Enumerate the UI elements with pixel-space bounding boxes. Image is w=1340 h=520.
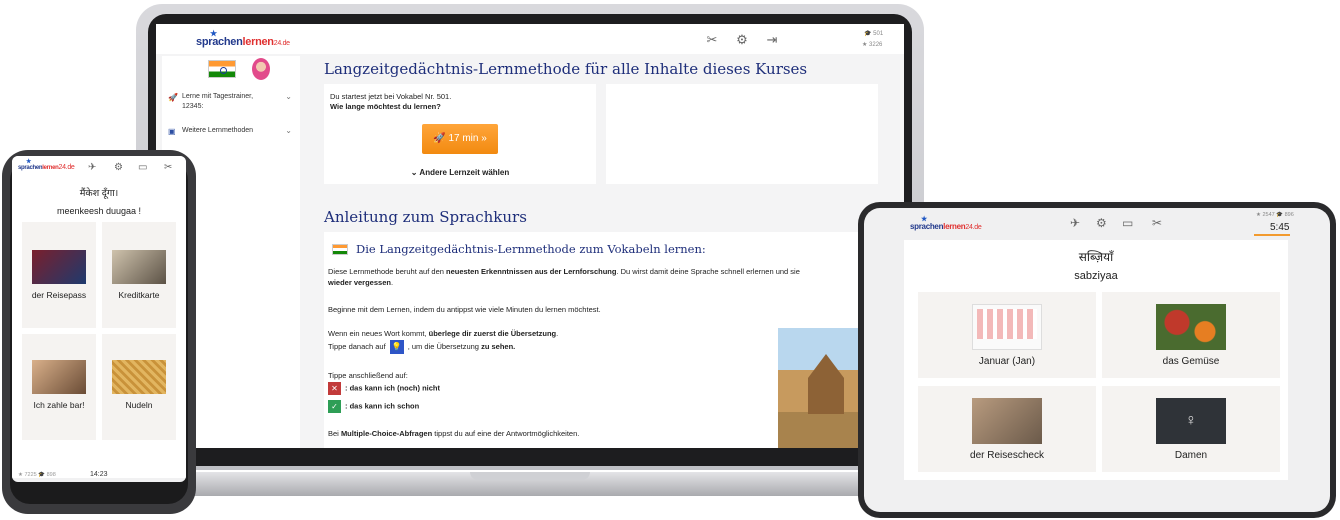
start-card: Du startest jetzt bei Vokabel Nr. 501. W… [324, 84, 596, 184]
logo[interactable]: ★ sprachenlernen24.de [196, 29, 290, 48]
calendar-grid [977, 309, 1037, 339]
timer-progress [1254, 234, 1290, 236]
stat-stars: ★ 3226 [862, 42, 883, 48]
instructions-p1: Diese Lernmethode beruht auf den neueste… [328, 267, 800, 287]
no-music-icon[interactable]: ✂ [164, 162, 172, 173]
stat-vocab: 🎓 501 [864, 31, 884, 37]
timer: 14:23 [90, 471, 108, 478]
no-music-icon[interactable]: ✂ [1152, 216, 1162, 230]
run-icon[interactable]: ✈ [1070, 216, 1080, 230]
star-icon: ★ [210, 29, 217, 38]
chevron-down-icon: ⌄ [285, 92, 292, 101]
no-music-icon[interactable]: ✂ [704, 32, 720, 48]
travelers-check-image [972, 398, 1042, 444]
gear-icon[interactable]: ⚙ [734, 32, 750, 48]
india-flag-icon [332, 244, 348, 255]
tablet-screen: ★ sprachenlernen24.de ✈ ⚙ ▭ ✂ ★ 2547 🎓 8… [866, 210, 1328, 508]
start-info: Du startest jetzt bei Vokabel Nr. 501. [330, 92, 452, 101]
logo[interactable]: ★ sprachenlernen24.de [18, 159, 75, 171]
answer-tile[interactable]: Nudeln [102, 334, 176, 440]
tablet-content: सब्ज़ियाँ sabziyaa Januar (Jan) das Gemü… [904, 240, 1288, 480]
answer-tile[interactable]: das Gemüse [1102, 292, 1280, 378]
passport-image [32, 250, 86, 284]
chevron-down-icon: ⌄ [285, 126, 292, 135]
hindi-word: सब्ज़ियाँ [1078, 250, 1114, 264]
gear-icon[interactable]: ⚙ [1096, 216, 1107, 230]
page-title: Langzeitgedächtnis-Lernmethode für alle … [324, 60, 808, 78]
lightbulb-icon[interactable]: 💡 [389, 340, 404, 354]
instructions-card: Die Langzeitgedächtnis-Lernmethode zum V… [324, 232, 884, 448]
transliteration: sabziyaa [1074, 270, 1118, 282]
rocket-icon: 🚀 [168, 93, 178, 102]
hindi-phrase: मैंकेश दूँगा। [79, 188, 119, 199]
vegetables-image [1156, 304, 1226, 350]
paying-cash-image [32, 360, 86, 394]
check-icon: ✓ [328, 400, 341, 413]
phone-screen: ★ sprachenlernen24.de ✈ ⚙ ▭ ✂ मैंकेश दूँ… [12, 156, 186, 482]
instructions-heading: Die Langzeitgedächtnis-Lernmethode zum V… [356, 242, 706, 256]
avatar[interactable] [252, 58, 270, 80]
tablet-stats: ★ 2547 🎓 896 [1256, 212, 1294, 218]
cross-icon: ✕ [328, 382, 341, 395]
restroom-sign-image: ♀ [1156, 398, 1226, 444]
duration-question: Wie lange möchtest du lernen? [330, 102, 441, 111]
book-icon: ▣ [168, 127, 176, 136]
run-icon[interactable]: ✈ [88, 162, 96, 173]
answer-tile[interactable]: der Reisepass [22, 222, 96, 328]
main-content: Langzeitgedächtnis-Lernmethode für alle … [306, 54, 904, 448]
rocket-icon: 🚀 [433, 133, 449, 144]
card-icon[interactable]: ▭ [1122, 216, 1133, 230]
other-time-link[interactable]: ⌄ Andere Lernzeit wählen [324, 168, 596, 177]
phone-top-bar: ★ sprachenlernen24.de ✈ ⚙ ▭ ✂ [12, 156, 186, 178]
empty-card [606, 84, 878, 184]
transliteration: meenkeesh duugaa ! [56, 206, 142, 216]
credit-card-image [112, 250, 166, 284]
phone-stats: ★ 7225 🎓 898 [18, 472, 56, 478]
phone-content: मैंकेश दूँगा। meenkeesh duugaa ! der Rei… [12, 178, 186, 478]
answer-tile[interactable]: ♀ Damen [1102, 386, 1280, 472]
pasta-image [112, 360, 166, 394]
answer-tile[interactable]: Ich zahle bar! [22, 334, 96, 440]
section-title: Anleitung zum Sprachkurs [324, 208, 527, 226]
sidebar-item-lernmethoden[interactable]: ▣ Weitere Lernmethoden ⌄ [166, 126, 296, 140]
answer-tile[interactable]: Januar (Jan) [918, 292, 1096, 378]
timer: 5:45 [1270, 222, 1290, 233]
start-17min-button[interactable]: 🚀 17 min » [422, 124, 498, 154]
calendar-image [972, 304, 1042, 350]
logo[interactable]: ★ sprachenlernen24.de [910, 216, 982, 231]
star-icon: ★ [26, 159, 32, 165]
star-icon: ★ [921, 216, 927, 223]
answer-tile[interactable]: Kreditkarte [102, 222, 176, 328]
logout-icon[interactable]: ⇥ [764, 32, 780, 48]
gear-icon[interactable]: ⚙ [114, 162, 123, 173]
temple-image [778, 328, 864, 448]
answer-tile[interactable]: der Reisescheck [918, 386, 1096, 472]
laptop-notch [470, 472, 590, 480]
india-flag-icon[interactable] [208, 60, 236, 78]
instructions-p2: Beginne mit dem Lernen, indem du antipps… [328, 305, 601, 314]
laptop-screen: ★ sprachenlernen24.de ✂ ⚙ ⇥ 🎓 501 ★ 3226… [156, 24, 904, 448]
card-icon[interactable]: ▭ [138, 162, 147, 173]
top-bar: ★ sprachenlernen24.de ✂ ⚙ ⇥ 🎓 501 ★ 3226 [156, 24, 904, 54]
product-showcase: ★ sprachenlernen24.de ✂ ⚙ ⇥ 🎓 501 ★ 3226… [0, 0, 1340, 520]
sidebar-item-tagestrainer[interactable]: 🚀 Lerne mit Tagestrainer, 12345: ⌄ [166, 92, 296, 116]
